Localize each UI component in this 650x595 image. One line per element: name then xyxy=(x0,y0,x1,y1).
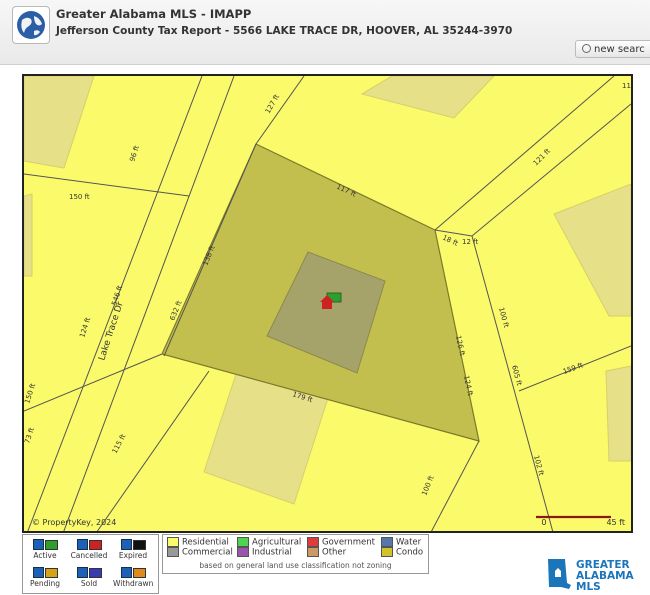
parcel-map[interactable]: 111 ft 127 ft 96 ft 150 ft 117 ft 121 ft… xyxy=(22,74,633,533)
dim-label: 12 ft xyxy=(462,238,478,246)
report-subtitle: Jefferson County Tax Report - 5566 LAKE … xyxy=(56,25,513,37)
legend-item: Agricultural xyxy=(237,537,301,548)
status-active[interactable]: Active xyxy=(25,539,65,560)
legend-item: Water xyxy=(381,537,421,548)
globe-logo-icon xyxy=(12,6,50,44)
new-search-label: new searc xyxy=(594,44,645,55)
government-swatch xyxy=(307,537,319,547)
map-copyright: © PropertyKey, 2024 xyxy=(32,518,117,527)
status-sold[interactable]: Sold xyxy=(69,567,109,588)
cancelled-listing-icon xyxy=(88,539,102,550)
status-legend: Active Cancelled Expired Pending Sold Wi… xyxy=(22,534,159,594)
checkbox-checked-icon[interactable] xyxy=(32,567,44,578)
status-label: Sold xyxy=(80,579,98,588)
status-cancelled[interactable]: Cancelled xyxy=(69,539,109,560)
search-icon xyxy=(582,44,591,53)
checkbox-checked-icon[interactable] xyxy=(76,567,88,578)
scale-end: 45 ft xyxy=(606,518,625,527)
new-search-button[interactable]: new searc xyxy=(575,40,650,58)
app-title: Greater Alabama MLS - IMAPP xyxy=(56,7,252,21)
expired-listing-icon xyxy=(132,539,146,550)
industrial-swatch xyxy=(237,547,249,557)
status-label: Active xyxy=(33,551,57,560)
alabama-state-icon xyxy=(548,559,571,589)
residential-swatch xyxy=(167,537,179,547)
active-listing-icon xyxy=(44,539,58,550)
app-header: Greater Alabama MLS - IMAPP Jefferson Co… xyxy=(0,0,650,65)
status-label: Withdrawn xyxy=(113,579,154,588)
sold-listing-icon xyxy=(88,567,102,578)
commercial-swatch xyxy=(167,547,179,557)
status-pending[interactable]: Pending xyxy=(25,567,65,588)
checkbox-checked-icon[interactable] xyxy=(120,567,132,578)
pending-listing-icon xyxy=(44,567,58,578)
brand-logo: GREATER ALABAMA MLS xyxy=(545,557,650,593)
status-label: Expired xyxy=(118,551,148,560)
status-expired[interactable]: Expired xyxy=(113,539,153,560)
scale-start: 0 xyxy=(541,518,547,527)
checkbox-checked-icon[interactable] xyxy=(120,539,132,550)
legend-item: Industrial xyxy=(237,547,292,558)
status-label: Cancelled xyxy=(70,551,108,560)
status-withdrawn[interactable]: Withdrawn xyxy=(113,567,153,588)
legend-note: based on general land use classification… xyxy=(199,561,392,570)
legend-item: Other xyxy=(307,547,346,558)
checkbox-checked-icon[interactable] xyxy=(76,539,88,550)
legend-item: Condo xyxy=(381,547,423,558)
legend-item: Residential xyxy=(167,537,229,548)
withdrawn-listing-icon xyxy=(132,567,146,578)
legend-item: Commercial xyxy=(167,547,233,558)
scale-label: 0 45 ft xyxy=(541,518,625,527)
checkbox-checked-icon[interactable] xyxy=(32,539,44,550)
dim-label: 150 ft xyxy=(69,193,90,201)
legend-item: Government xyxy=(307,537,375,548)
brand-text: GREATER ALABAMA MLS xyxy=(576,559,634,593)
condo-swatch xyxy=(381,547,393,557)
status-label: Pending xyxy=(30,579,60,588)
dim-label: 111 ft xyxy=(622,82,631,90)
other-swatch xyxy=(307,547,319,557)
land-use-legend: Residential Agricultural Government Wate… xyxy=(162,534,429,574)
agricultural-swatch xyxy=(237,537,249,547)
water-swatch xyxy=(381,537,393,547)
